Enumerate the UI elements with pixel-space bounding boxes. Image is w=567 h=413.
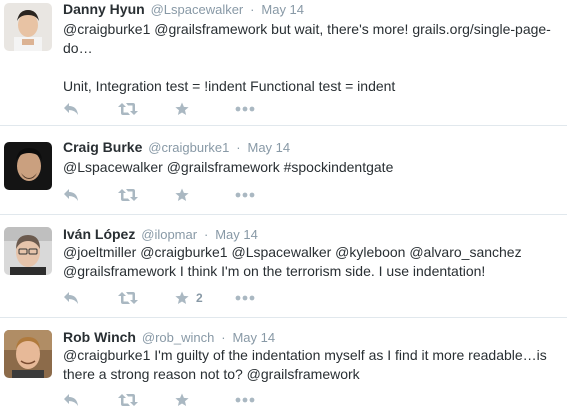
tweet-text: @joeltmiller @craigburke1 @Lspacewalker … [63, 243, 553, 281]
tweet-header: Craig Burke @craigburke1 · May 14 [63, 138, 290, 157]
favorite-button[interactable]: 2 [175, 290, 203, 306]
favorite-button[interactable] [175, 187, 189, 203]
tweet-text: @Lspacewalker @grailsframework #spockind… [63, 158, 553, 177]
star-icon [175, 291, 189, 304]
tweet-text-line: there a strong reason not to? @grailsfra… [63, 366, 360, 382]
reply-button[interactable] [63, 392, 79, 408]
avatar[interactable] [4, 3, 52, 51]
more-icon [235, 295, 255, 301]
avatar[interactable] [4, 227, 52, 275]
avatar-image [4, 3, 52, 51]
tweet-text-line: do… [63, 40, 93, 56]
timestamp[interactable]: May 14 [261, 2, 304, 17]
author-handle[interactable]: @ilopmar [141, 227, 197, 242]
more-button[interactable] [235, 290, 255, 306]
more-icon [235, 106, 255, 112]
reply-button[interactable] [63, 290, 79, 306]
reply-button[interactable] [63, 187, 79, 203]
more-icon [235, 397, 255, 403]
author-name[interactable]: Rob Winch [63, 329, 136, 345]
retweet-button[interactable] [118, 392, 138, 408]
retweet-button[interactable] [118, 101, 138, 117]
tweet-text-line: @Lspacewalker @grailsframework #spockind… [63, 159, 394, 175]
separator: · [236, 140, 241, 155]
tweet: Iván López @ilopmar · May 14 @joeltmille… [0, 215, 567, 318]
retweet-icon [118, 103, 138, 115]
separator: · [203, 227, 209, 242]
tweet: Danny Hyun @Lspacewalker · May 14 @craig… [0, 0, 567, 126]
star-icon [175, 188, 189, 201]
star-icon [175, 102, 189, 115]
avatar[interactable] [4, 142, 52, 190]
favorite-count: 2 [196, 291, 203, 305]
separator: · [250, 2, 255, 17]
reply-icon [64, 189, 78, 201]
retweet-button[interactable] [118, 187, 138, 203]
retweet-icon [118, 292, 138, 304]
tweet-text-line: Unit, Integration test = !indent Functio… [63, 78, 396, 94]
author-name[interactable]: Craig Burke [63, 139, 142, 155]
author-name[interactable]: Danny Hyun [63, 1, 145, 17]
avatar[interactable] [4, 330, 52, 378]
tweet-text-line: @grailsframework I think I'm on the terr… [63, 263, 486, 279]
tweet-text: @craigburke1 I'm guilty of the indentati… [63, 346, 553, 384]
author-handle[interactable]: @Lspacewalker [151, 2, 244, 17]
reply-icon [64, 394, 78, 406]
timestamp[interactable]: May 14 [248, 140, 291, 155]
author-handle[interactable]: @craigburke1 [148, 140, 229, 155]
avatar-image [4, 227, 52, 275]
tweet-text-line: @craigburke1 I'm guilty of the indentati… [63, 347, 547, 363]
reply-button[interactable] [63, 101, 79, 117]
tweet-text-line: @joeltmiller @craigburke1 @Lspacewalker … [63, 244, 522, 260]
tweet-text-line: @craigburke1 @grailsframework but wait, … [63, 21, 551, 37]
retweet-icon [118, 394, 138, 406]
more-button[interactable] [235, 187, 255, 203]
star-icon [175, 393, 189, 406]
favorite-button[interactable] [175, 101, 189, 117]
tweet-text-line [63, 58, 553, 77]
reply-icon [64, 103, 78, 115]
timestamp[interactable]: May 14 [232, 330, 275, 345]
tweet: Rob Winch @rob_winch · May 14 @craigburk… [0, 318, 567, 413]
timestamp[interactable]: May 14 [215, 227, 258, 242]
tweet-text: @craigburke1 @grailsframework but wait, … [63, 20, 553, 96]
author-name[interactable]: Iván López [63, 226, 135, 242]
tweet-header: Iván López @ilopmar · May 14 [63, 225, 258, 244]
tweet: Craig Burke @craigburke1 · May 14 @Lspac… [0, 126, 567, 215]
retweet-button[interactable] [118, 290, 138, 306]
author-handle[interactable]: @rob_winch [142, 330, 214, 345]
avatar-image [4, 142, 52, 190]
avatar-image [4, 330, 52, 378]
more-button[interactable] [235, 392, 255, 408]
retweet-icon [118, 189, 138, 201]
more-icon [235, 192, 255, 198]
separator: · [221, 330, 226, 345]
tweet-header: Danny Hyun @Lspacewalker · May 14 [63, 0, 304, 19]
favorite-button[interactable] [175, 392, 189, 408]
more-button[interactable] [235, 101, 255, 117]
tweet-header: Rob Winch @rob_winch · May 14 [63, 328, 275, 347]
reply-icon [64, 292, 78, 304]
